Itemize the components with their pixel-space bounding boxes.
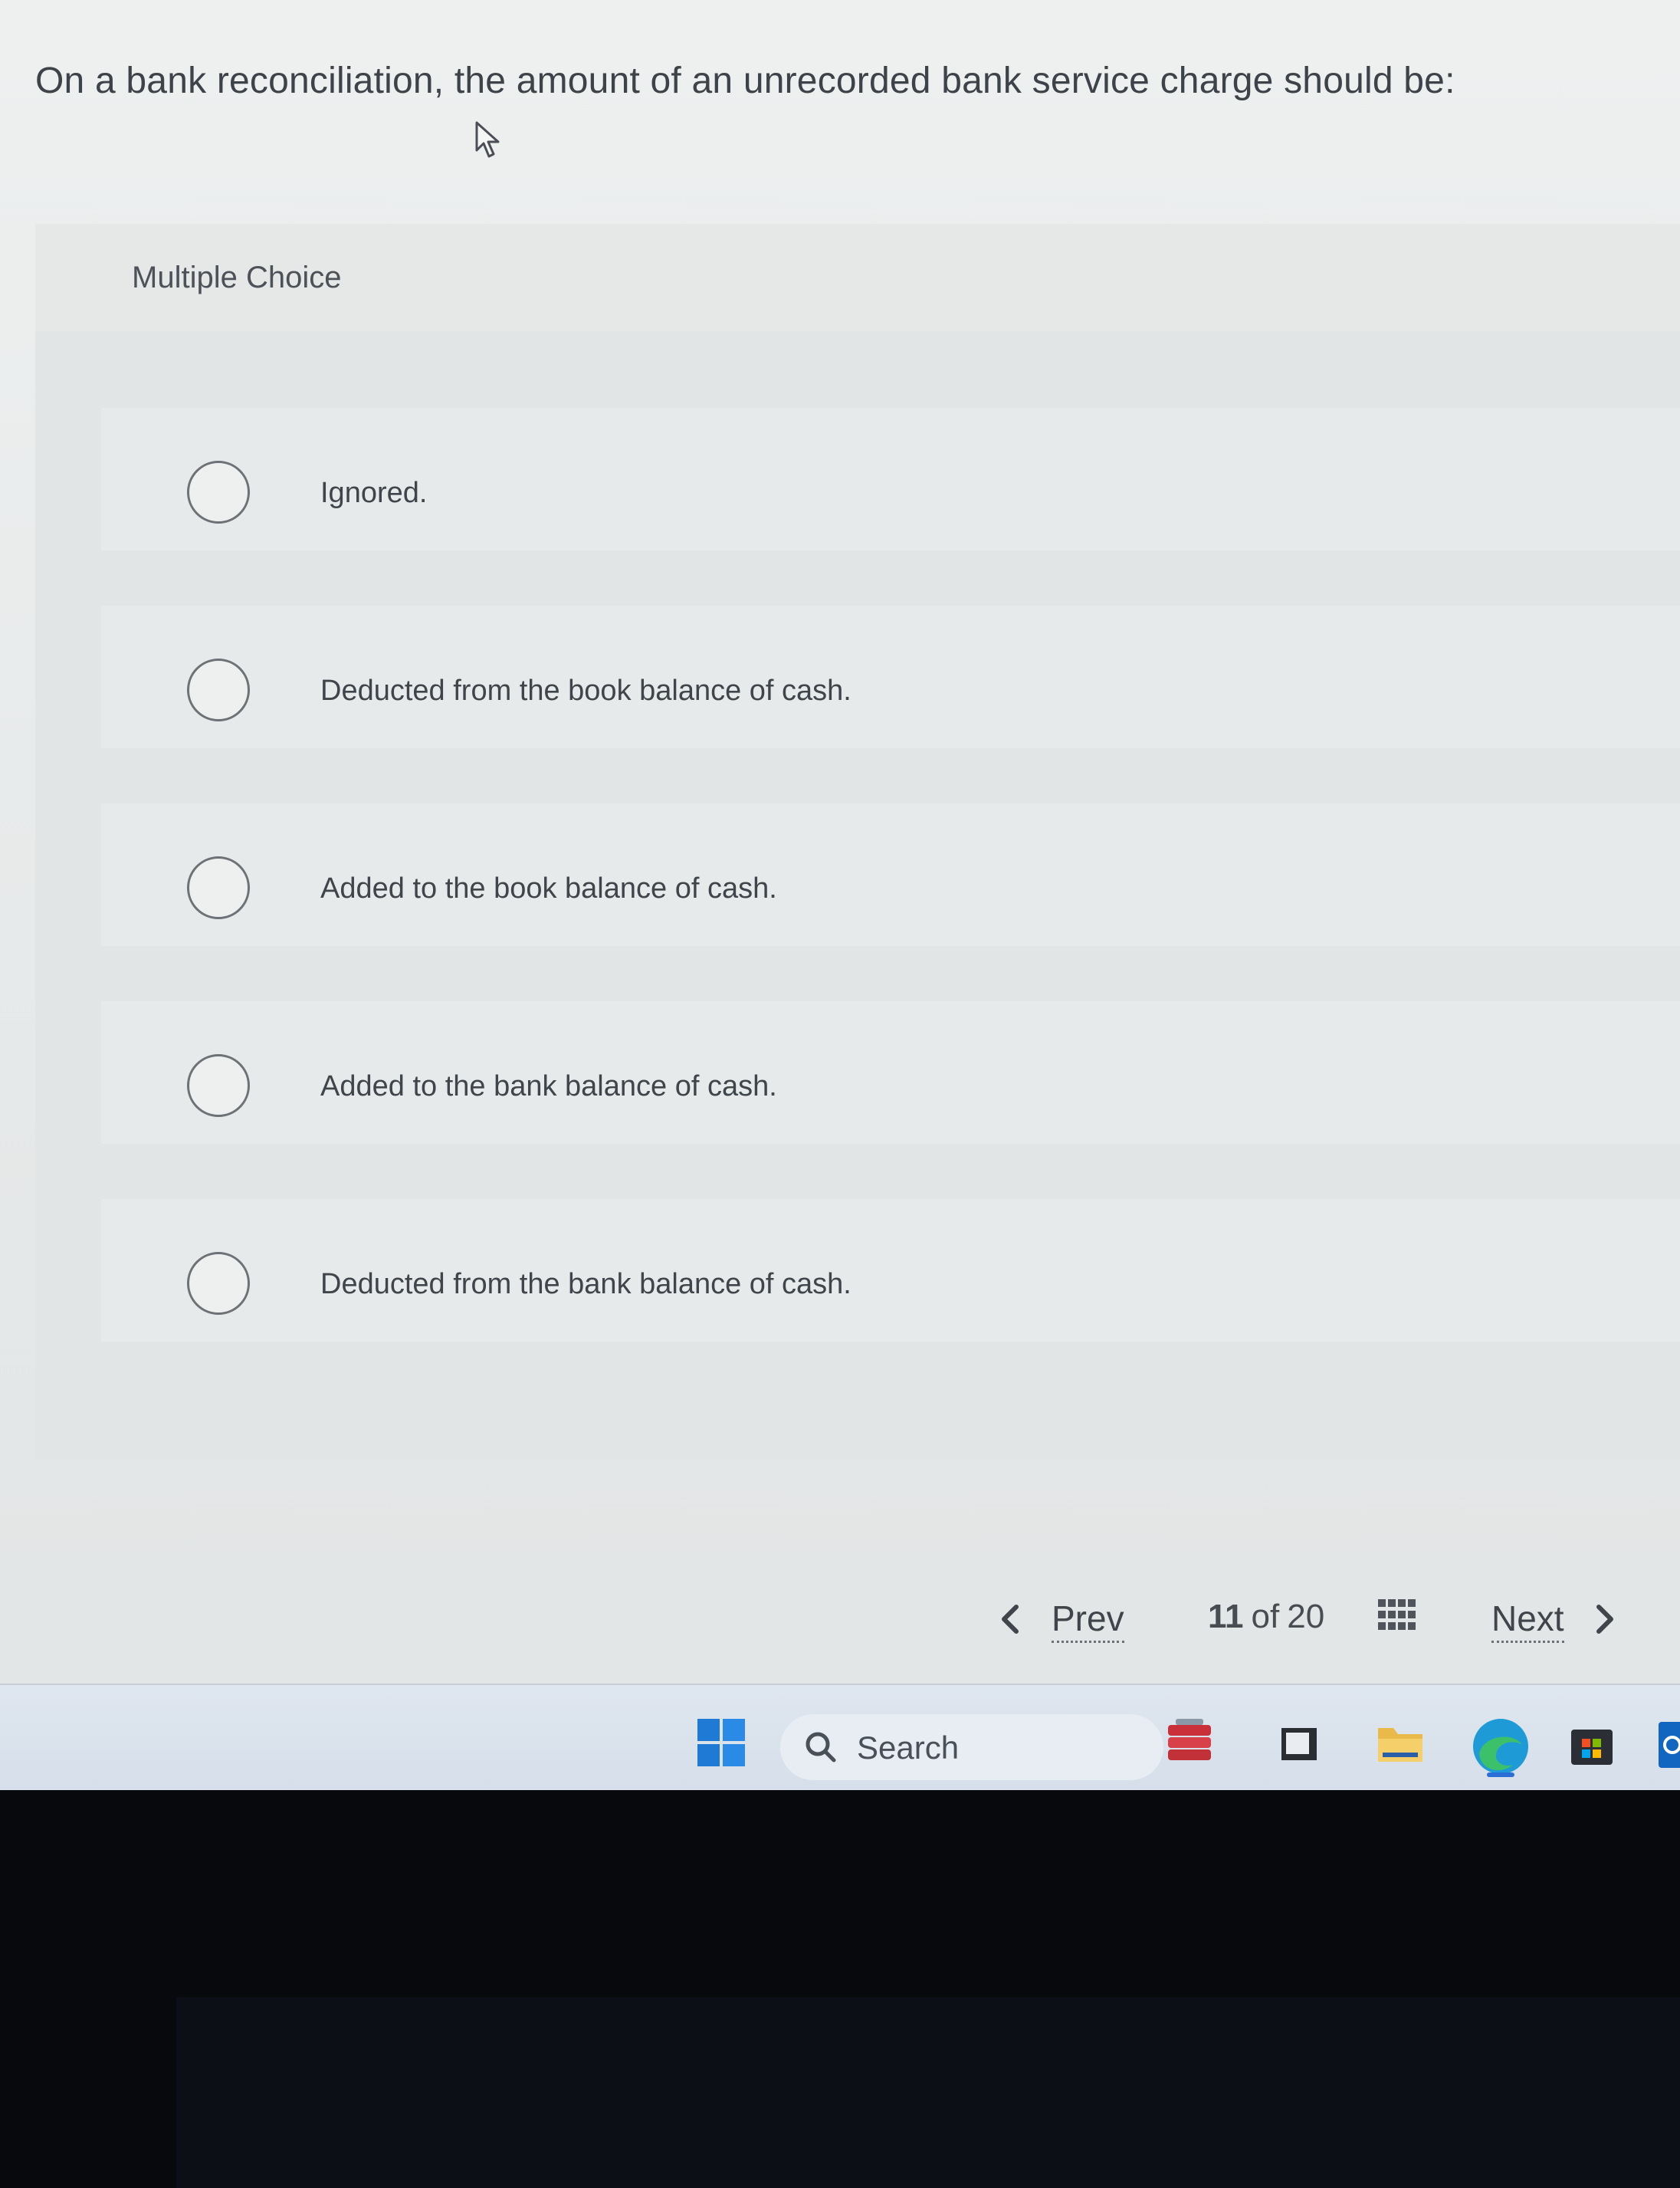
page-of-label: of	[1251, 1598, 1280, 1635]
taskbar-search[interactable]: Search	[780, 1714, 1163, 1780]
total-pages: 20	[1287, 1598, 1325, 1635]
mouse-pointer-icon	[475, 121, 500, 158]
answer-option-3[interactable]: Added to the book balance of cash.	[101, 803, 1680, 946]
page-indicator: 11 of 20	[1208, 1598, 1324, 1636]
answer-option-label: Ignored.	[320, 477, 428, 509]
radio-button[interactable]	[187, 1252, 250, 1315]
answer-option-1[interactable]: Ignored.	[101, 408, 1680, 550]
multiple-choice-header: Multiple Choice	[35, 224, 1680, 331]
radio-button[interactable]	[187, 1054, 250, 1117]
outlook-icon[interactable]	[1655, 1717, 1680, 1772]
browser-viewport: On a bank reconciliation, the amount of …	[0, 0, 1680, 1790]
multiple-choice-panel: Multiple Choice Ignored. Deducted from t…	[35, 224, 1680, 1460]
laptop-keyboard-area	[176, 1997, 1680, 2188]
answer-option-2[interactable]: Deducted from the book balance of cash.	[101, 606, 1680, 748]
multiple-choice-title: Multiple Choice	[132, 261, 342, 294]
edge-browser-icon[interactable]	[1468, 1714, 1533, 1779]
next-button[interactable]: Next	[1491, 1598, 1564, 1643]
chevron-left-icon[interactable]	[998, 1602, 1021, 1636]
prev-button[interactable]: Prev	[1052, 1598, 1124, 1643]
chevron-right-icon[interactable]	[1594, 1602, 1617, 1636]
answer-option-label: Deducted from the bank balance of cash.	[320, 1268, 851, 1300]
radio-button[interactable]	[187, 461, 250, 524]
search-input[interactable]: Search	[857, 1730, 959, 1766]
answer-option-label: Deducted from the book balance of cash.	[320, 675, 851, 707]
taskbar: Search	[0, 1684, 1680, 1790]
answer-option-5[interactable]: Deducted from the bank balance of cash.	[101, 1199, 1680, 1342]
radio-button[interactable]	[187, 659, 250, 721]
current-page: 11	[1208, 1598, 1244, 1635]
answer-option-4[interactable]: Added to the bank balance of cash.	[101, 1001, 1680, 1144]
question-text: On a bank reconciliation, the amount of …	[35, 61, 1455, 101]
app-stack-icon[interactable]	[1165, 1716, 1214, 1771]
question-grid-icon[interactable]	[1376, 1596, 1416, 1636]
answer-option-label: Added to the book balance of cash.	[320, 872, 777, 905]
windows-start-icon[interactable]	[696, 1717, 746, 1768]
window-icon[interactable]	[1278, 1723, 1320, 1765]
answer-option-label: Added to the bank balance of cash.	[320, 1070, 777, 1102]
radio-button[interactable]	[187, 856, 250, 919]
store-icon[interactable]	[1568, 1722, 1616, 1769]
search-icon	[806, 1732, 836, 1763]
folder-icon[interactable]	[1375, 1719, 1426, 1766]
